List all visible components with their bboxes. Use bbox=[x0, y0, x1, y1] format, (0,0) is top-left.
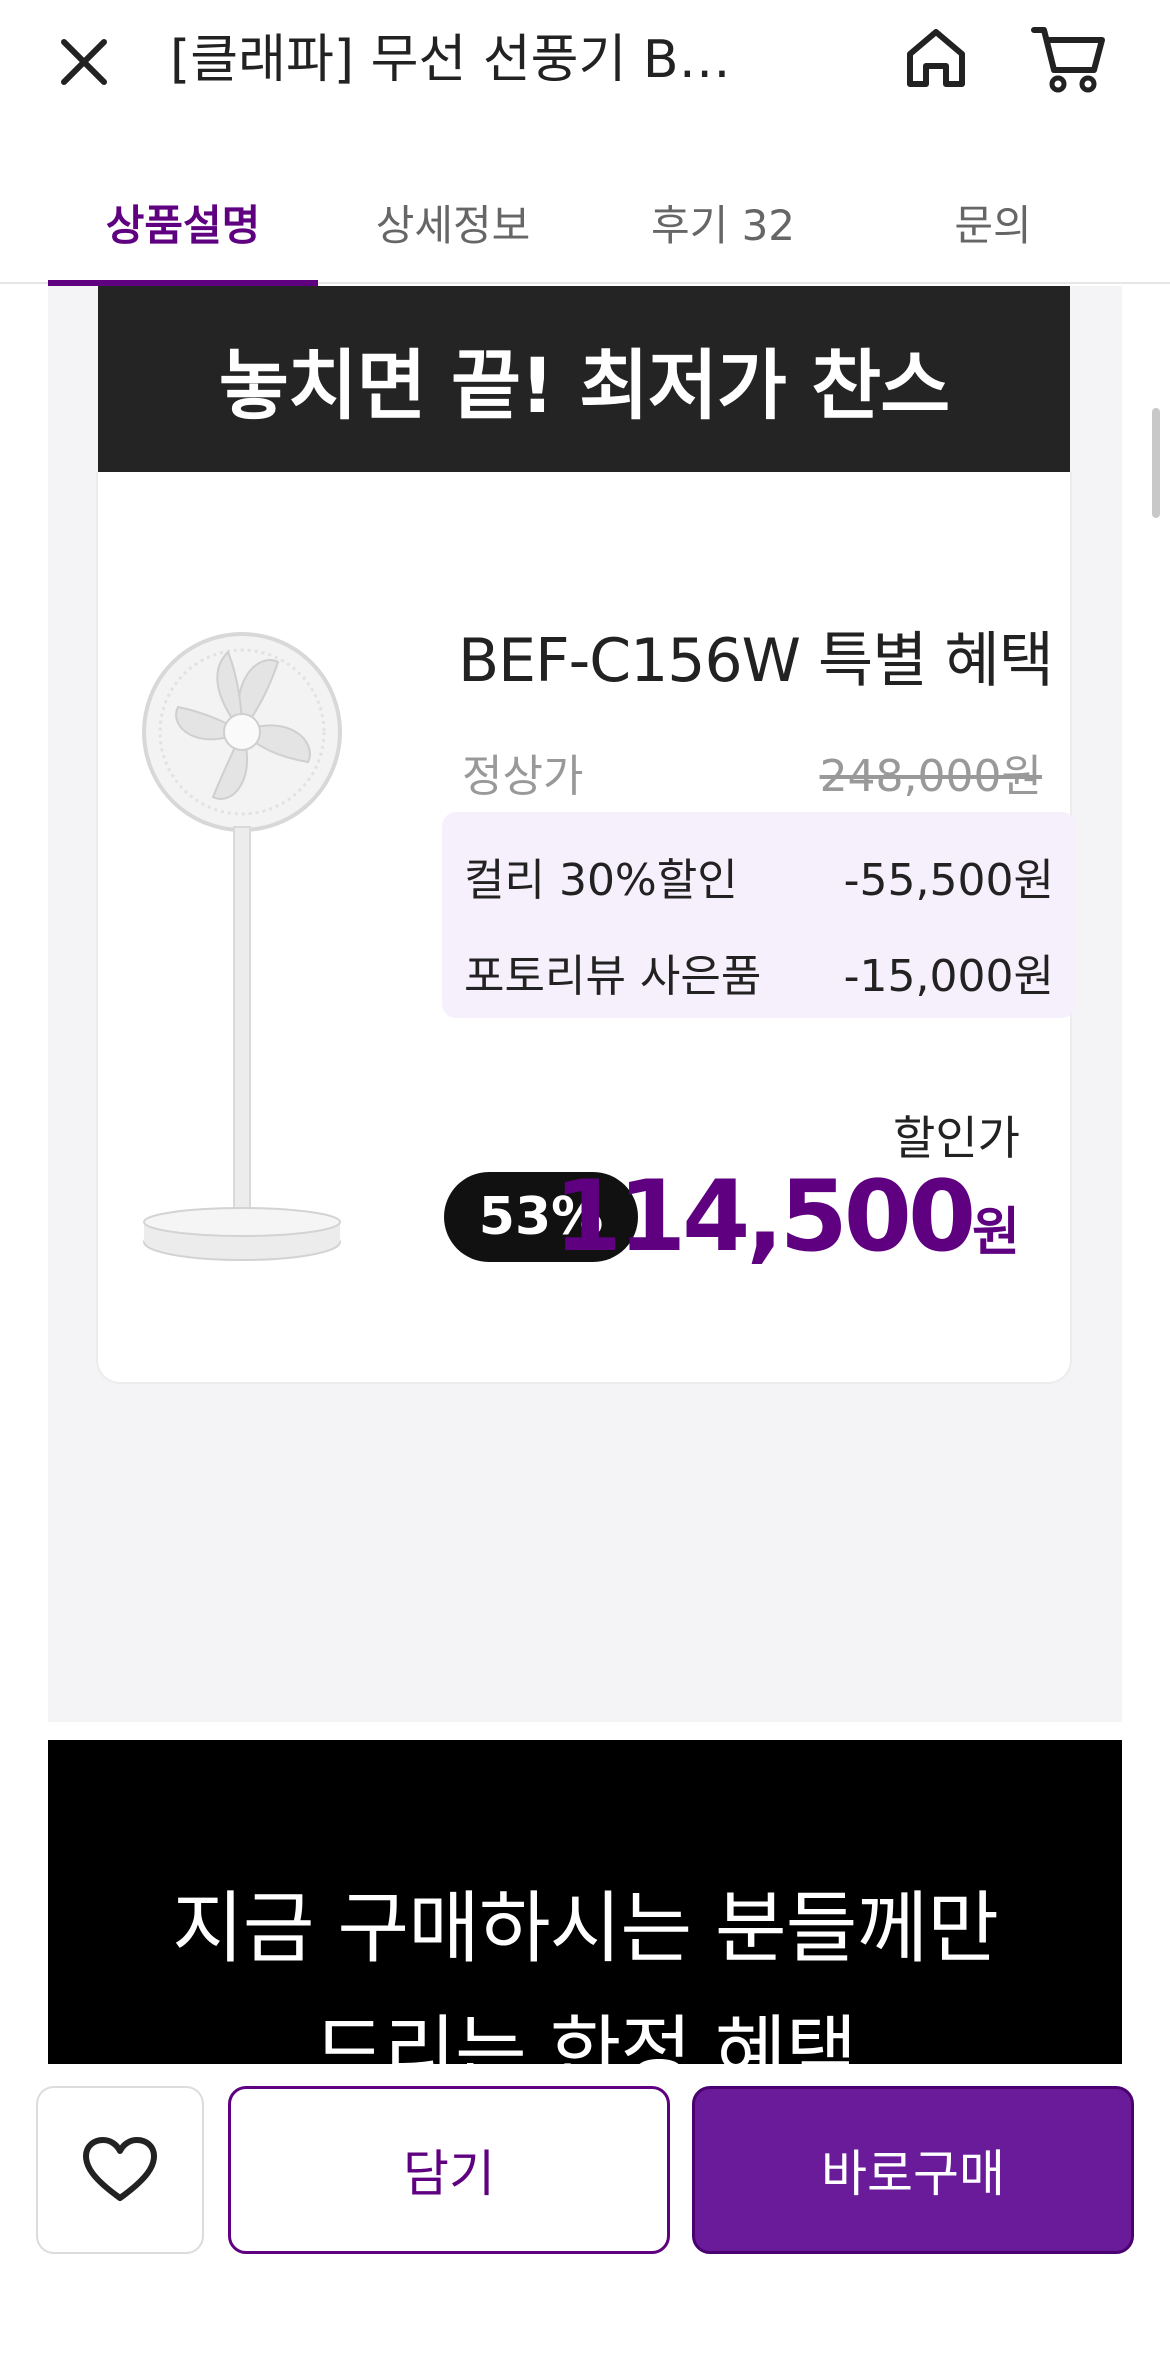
cart-icon[interactable] bbox=[1030, 22, 1106, 94]
discount-breakdown: 컬리 30%할인 -55,500원 포토리뷰 사은품 -15,000원 bbox=[442, 812, 1076, 1018]
discount-amount: -55,500원 bbox=[843, 855, 1054, 906]
tab-details[interactable]: 상세정보 bbox=[318, 160, 588, 284]
limited-offer-banner: 지금 구매하시는 분들께만 드리는 한정 혜택 bbox=[48, 1740, 1122, 2064]
heart-icon bbox=[83, 2137, 157, 2201]
discount-label: 포토리뷰 사은품 bbox=[464, 951, 762, 1002]
home-icon[interactable] bbox=[900, 22, 972, 94]
tab-reviews[interactable]: 후기 32 bbox=[588, 160, 858, 284]
sale-price-label: 할인가 bbox=[893, 1111, 1020, 1165]
promo-line-2: 드리는 한정 혜택 bbox=[313, 2008, 858, 2064]
buy-now-button[interactable]: 바로구매 bbox=[692, 2086, 1134, 2254]
deal-banner: 놓치면 끝! 최저가 찬스 bbox=[98, 286, 1070, 472]
final-price-value: 114,500 bbox=[553, 1160, 976, 1274]
promo-line-1: 지금 구매하시는 분들께만 bbox=[172, 1884, 999, 1974]
offer-card: BEF-C156W 특별 혜택 정상가 248,000원 컬리 30%할인 -5… bbox=[96, 472, 1076, 1384]
fan-product-image bbox=[138, 622, 378, 1272]
product-description: 놓치면 끝! 최저가 찬스 BEF-C156W 특별 혜택 정상가 248,00… bbox=[48, 286, 1122, 1722]
app-header: [클래파] 무선 선풍기 BL... bbox=[0, 0, 1170, 120]
tab-bar: 상품설명 상세정보 후기 32 문의 bbox=[0, 160, 1170, 286]
scrollbar[interactable] bbox=[1152, 408, 1160, 518]
regular-price-label: 정상가 bbox=[462, 751, 584, 802]
bottom-action-bar: 담기 바로구매 bbox=[0, 2064, 1170, 2380]
add-to-cart-button[interactable]: 담기 bbox=[228, 2086, 670, 2254]
page-title: [클래파] 무선 선풍기 BL... bbox=[170, 30, 740, 90]
close-icon[interactable] bbox=[50, 28, 118, 96]
tab-description[interactable]: 상품설명 bbox=[48, 160, 318, 286]
discount-label: 컬리 30%할인 bbox=[464, 855, 738, 906]
discount-row: 포토리뷰 사은품 -15,000원 bbox=[464, 942, 1054, 1002]
discount-amount: -15,000원 bbox=[843, 951, 1054, 1002]
final-price: 114,500원 bbox=[554, 1160, 1020, 1274]
discount-row: 컬리 30%할인 -55,500원 bbox=[464, 846, 1054, 906]
like-button[interactable] bbox=[36, 2086, 204, 2254]
tab-inquiry[interactable]: 문의 bbox=[858, 160, 1128, 284]
currency-unit: 원 bbox=[972, 1203, 1020, 1263]
regular-price-row: 정상가 248,000원 bbox=[462, 742, 1042, 802]
offer-title: BEF-C156W 특별 혜택 bbox=[458, 626, 1054, 696]
regular-price: 248,000원 bbox=[819, 751, 1042, 802]
